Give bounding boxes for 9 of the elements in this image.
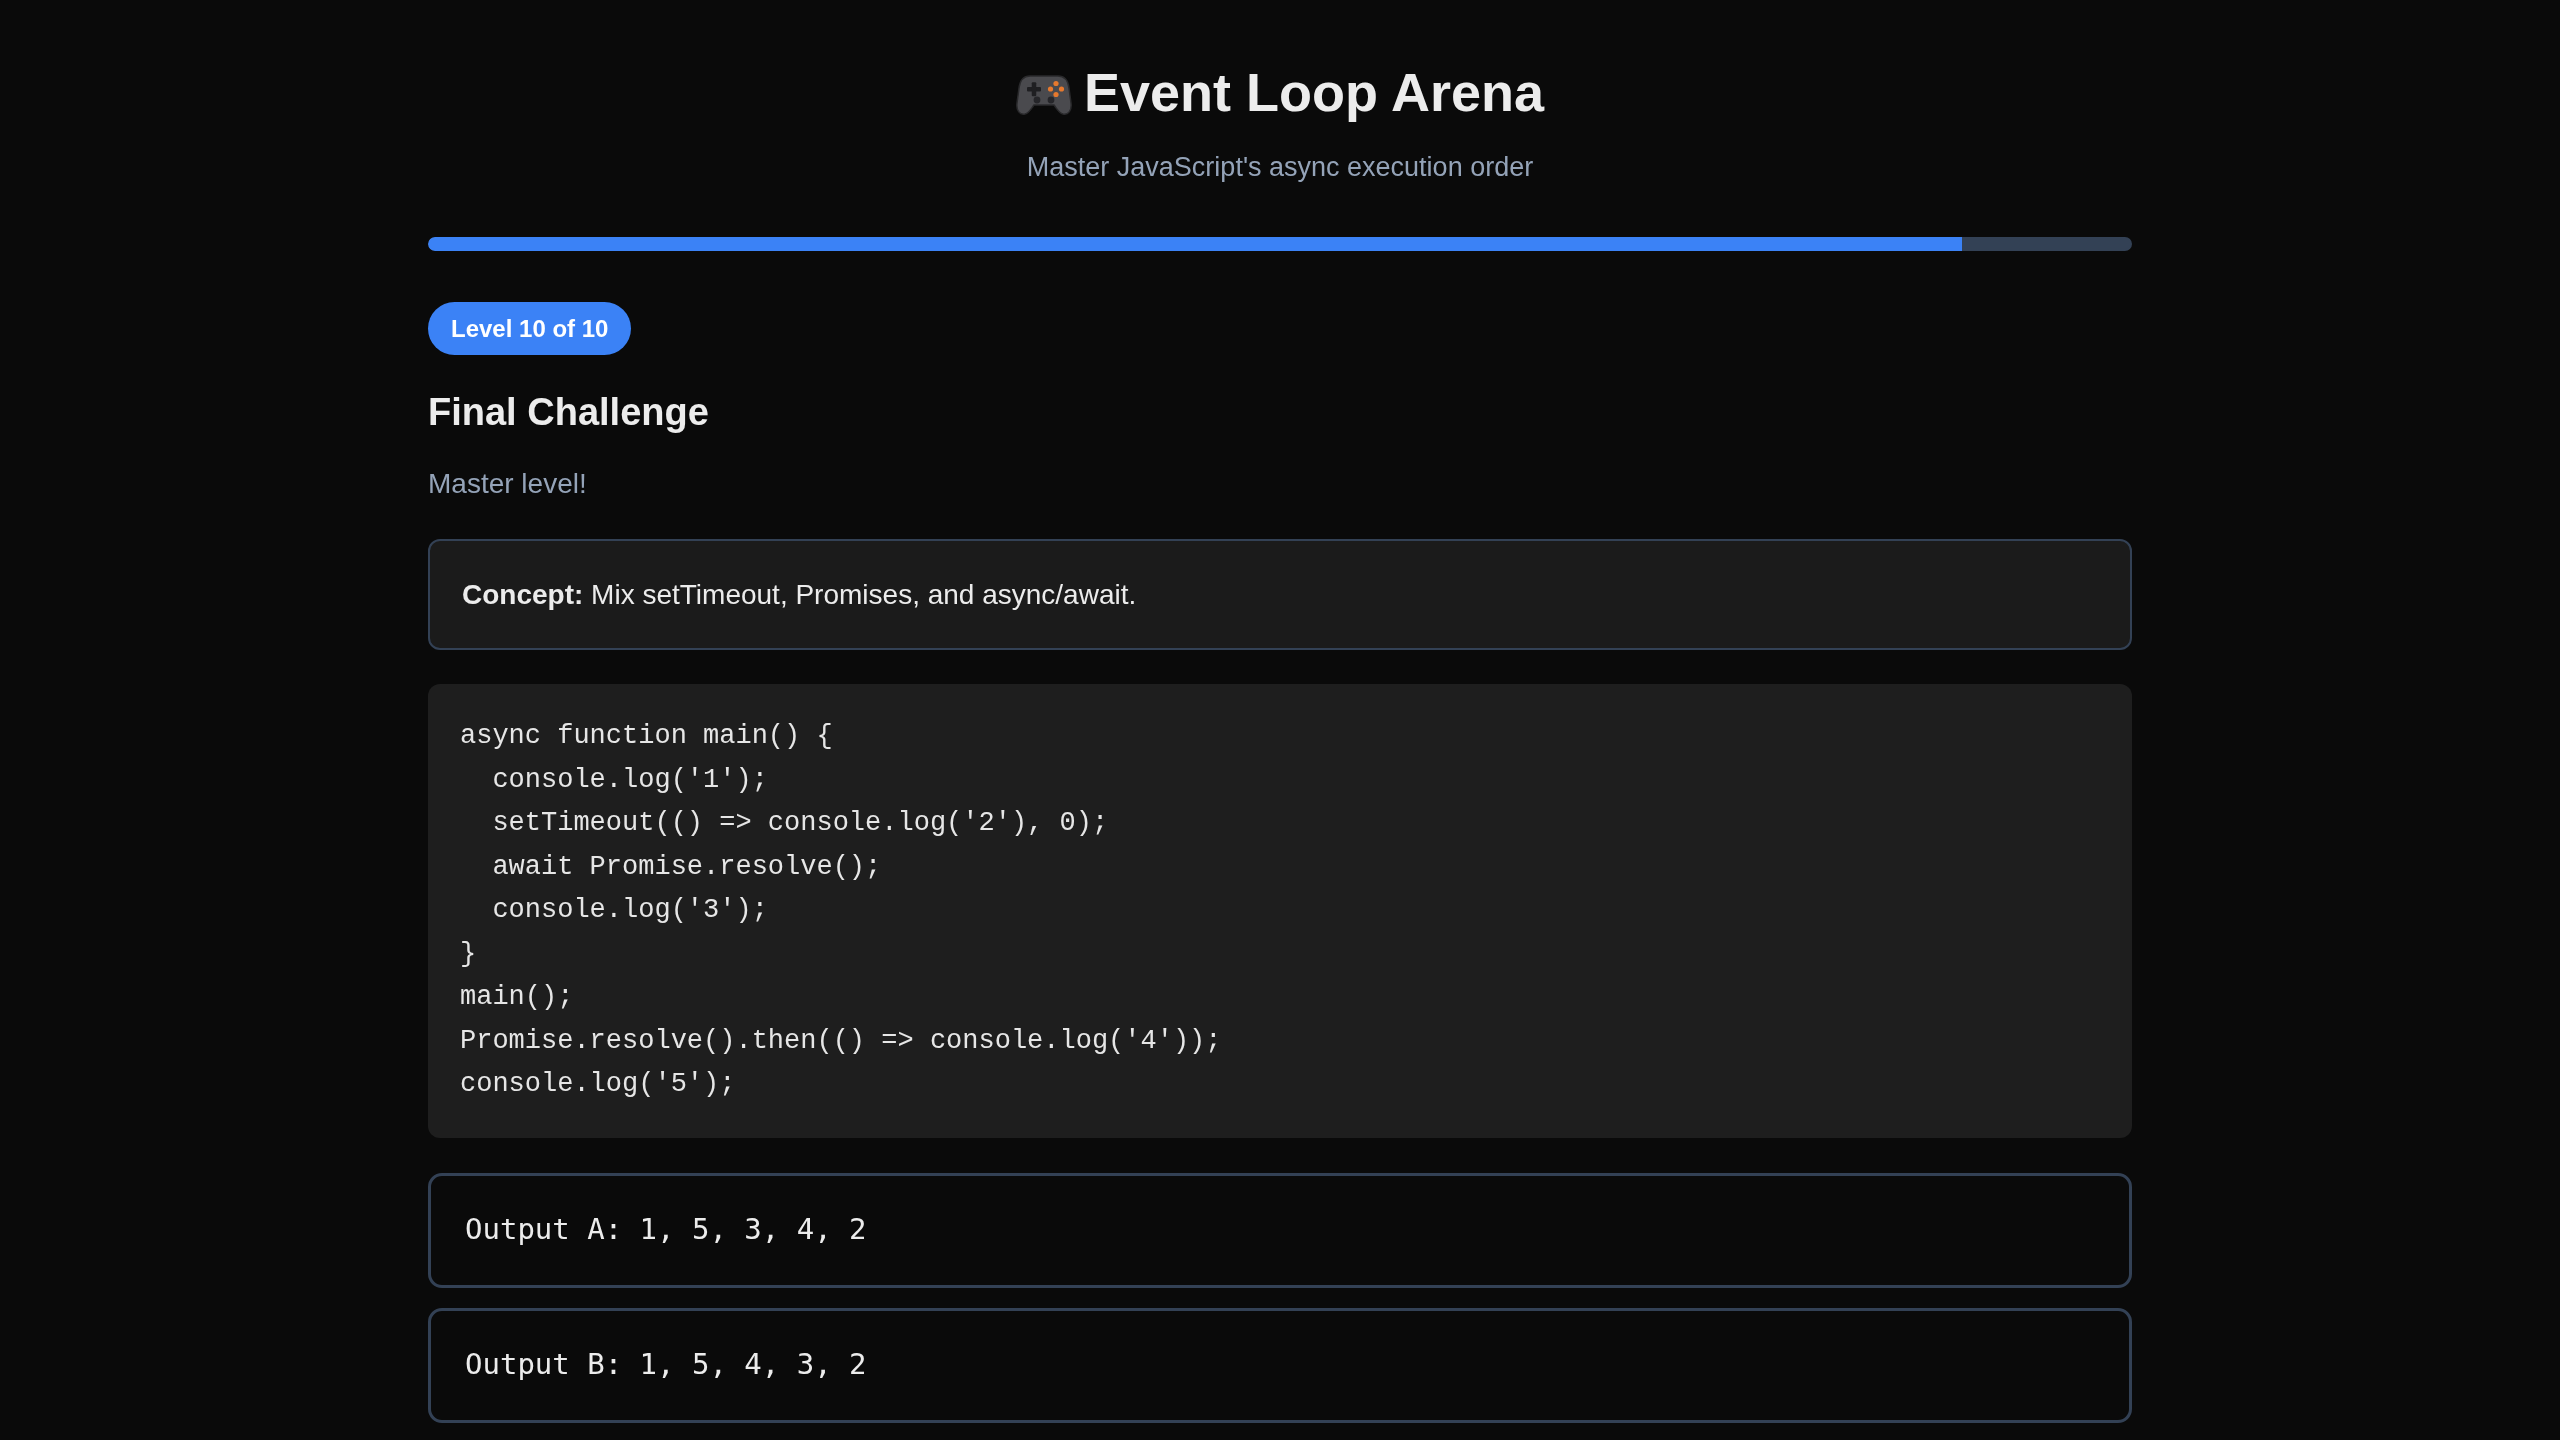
page-title: Event Loop Arena [1083, 61, 1545, 124]
level-badge: Level 10 of 10 [428, 302, 632, 355]
challenge-description: Master level! [428, 467, 588, 501]
page-subtitle: Master JavaScript's async execution order [1026, 151, 1534, 184]
code-block: async function main() { console.log('1'); setTimeout(() => console.log('2'), 0); await Promise.resolve(); console.log('3'); } main(); Promise.resolve().then(() => console.log('4')); console.log('5'); [428, 684, 2132, 1138]
concept-text: Concept: Mix setTimeout, Promises, and async/await. [462, 577, 1137, 612]
challenge-title: Final Challenge [428, 390, 710, 435]
answer-option[interactable]: Output B: 1, 5, 4, 3, 2 [428, 1307, 2132, 1423]
answer-option[interactable]: Output A: 1, 5, 3, 4, 2 [428, 1172, 2132, 1288]
